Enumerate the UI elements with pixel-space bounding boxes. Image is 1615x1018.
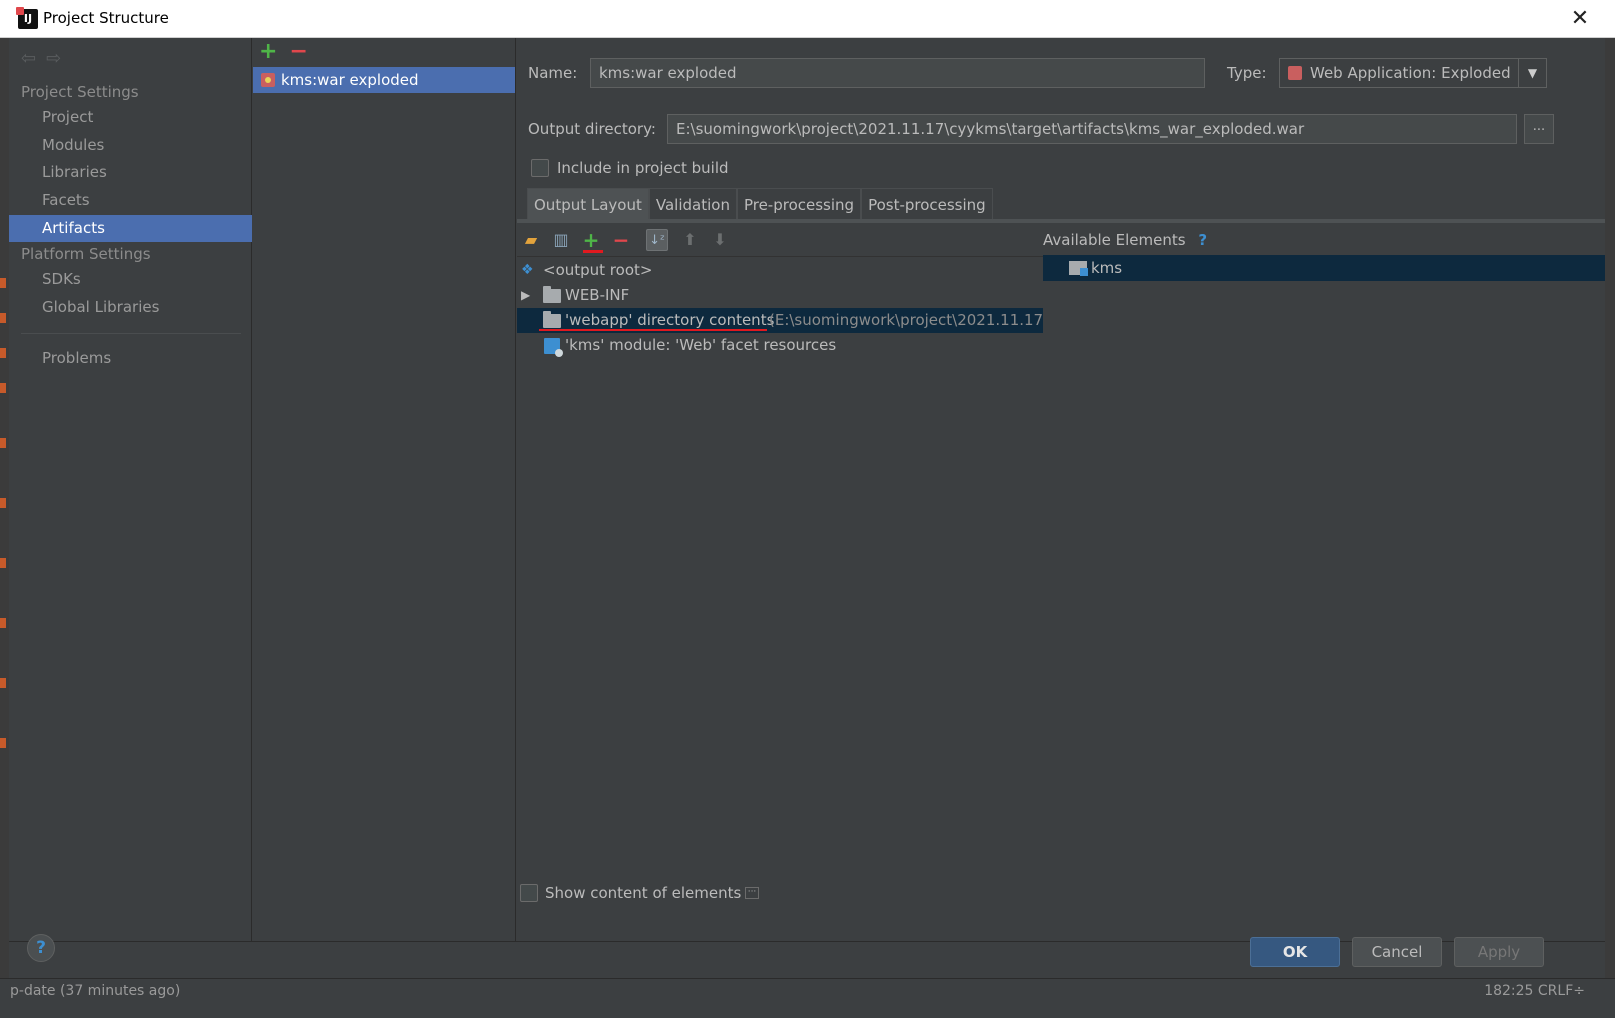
new-directory-icon[interactable]: ▰ — [520, 229, 542, 251]
browse-button[interactable]: ... — [1524, 114, 1554, 144]
add-copy-icon[interactable]: + — [580, 229, 602, 251]
nav-arrows: ⇦ ⇨ — [21, 48, 61, 69]
artifact-item-label: kms:war exploded — [281, 71, 419, 89]
close-icon[interactable]: ✕ — [1565, 4, 1595, 34]
create-archive-icon[interactable]: ▥ — [550, 229, 572, 251]
tab-pre-processing[interactable]: Pre-processing — [736, 188, 862, 220]
add-artifact-icon[interactable]: + — [259, 40, 277, 64]
available-element-kms[interactable]: kms — [1043, 255, 1605, 281]
tree-row-web-inf[interactable]: ▶ WEB-INF — [517, 283, 1043, 308]
platform-settings-header: Platform Settings — [21, 245, 151, 263]
tab-validation[interactable]: Validation — [648, 188, 737, 220]
tree-row-output-root[interactable]: ❖ <output root> — [517, 258, 1043, 283]
web-facet-icon — [544, 338, 563, 357]
gutter-marker — [0, 678, 6, 688]
move-down-icon[interactable]: ⬇ — [709, 229, 731, 251]
show-content-label: Show content of elements — [545, 884, 742, 902]
help-question-icon[interactable]: ? — [1198, 231, 1207, 249]
show-content-checkbox[interactable] — [520, 884, 538, 902]
remove-artifact-icon[interactable]: − — [289, 40, 307, 64]
forward-arrow-icon[interactable]: ⇨ — [46, 48, 61, 69]
apply-button[interactable]: Apply — [1454, 937, 1544, 967]
war-archive-icon — [261, 73, 275, 87]
type-dropdown-value: Web Application: Exploded — [1310, 64, 1511, 82]
gutter-marker — [0, 438, 6, 448]
sidebar-item-project[interactable]: Project — [9, 104, 252, 131]
available-elements-header: Available Elements ? — [1043, 223, 1605, 257]
tree-row-label: <output root> — [543, 261, 653, 279]
folder-icon — [543, 311, 561, 328]
intellij-app-icon: IJ — [16, 7, 38, 29]
name-label: Name: — [528, 64, 578, 82]
output-layout-panel: ▰ ▥ + − ↓ᶻ ⬆ ⬇ ❖ <output root> ▶ WEB-INF… — [517, 223, 1043, 863]
module-folder-icon — [1069, 261, 1088, 276]
chevron-down-icon: ▼ — [1518, 59, 1546, 87]
sidebar-divider — [21, 333, 241, 334]
add-icon-underline — [583, 250, 603, 253]
window-title: Project Structure — [43, 9, 169, 27]
artifact-item[interactable]: kms:war exploded — [253, 67, 515, 93]
sidebar-item-libraries[interactable]: Libraries — [9, 159, 252, 186]
remove-element-icon[interactable]: − — [610, 229, 632, 251]
tab-post-processing[interactable]: Post-processing — [861, 188, 993, 220]
war-archive-icon — [1288, 66, 1302, 80]
gutter-marker — [0, 278, 6, 288]
gutter-marker — [0, 618, 6, 628]
more-options-icon[interactable]: ··· — [745, 887, 759, 899]
status-position-text: 182:25 CRLF÷ — [1484, 983, 1585, 999]
type-label: Type: — [1227, 64, 1267, 82]
available-elements-title: Available Elements — [1043, 231, 1186, 249]
folder-icon — [543, 286, 561, 303]
background-editor-edge-right — [1605, 38, 1615, 1018]
expand-arrow-icon[interactable]: ▶ — [521, 283, 530, 308]
window-titlebar: IJ Project Structure ✕ — [0, 0, 1615, 38]
available-element-label: kms — [1091, 259, 1123, 277]
ok-button[interactable]: OK — [1250, 937, 1340, 967]
tab-output-layout[interactable]: Output Layout — [527, 188, 649, 220]
project-structure-dialog: ⇦ ⇨ Project Settings Project Modules Lib… — [9, 38, 1605, 978]
name-field[interactable]: kms:war exploded — [590, 58, 1205, 88]
sidebar-item-global-libraries[interactable]: Global Libraries — [9, 294, 252, 321]
status-vcs-text: p-date (37 minutes ago) — [10, 983, 181, 999]
type-dropdown[interactable]: Web Application: Exploded ▼ — [1279, 58, 1547, 88]
gutter-marker — [0, 348, 6, 358]
sidebar-item-sdks[interactable]: SDKs — [9, 266, 252, 293]
background-editor-edge — [0, 38, 9, 1018]
artifact-config-panel: Name: kms:war exploded Type: Web Applica… — [517, 38, 1605, 941]
gutter-marker — [0, 383, 6, 393]
include-in-build-checkbox[interactable] — [531, 159, 549, 177]
sidebar-item-artifacts[interactable]: Artifacts — [9, 215, 252, 242]
output-directory-label: Output directory: — [528, 120, 656, 138]
sort-alphabetically-icon[interactable]: ↓ᶻ — [646, 229, 668, 251]
sidebar-item-modules[interactable]: Modules — [9, 132, 252, 159]
cancel-button[interactable]: Cancel — [1352, 937, 1442, 967]
sidebar-item-problems[interactable]: Problems — [9, 345, 252, 372]
tree-row-label: WEB-INF — [565, 286, 630, 304]
output-root-icon: ❖ — [521, 262, 534, 278]
gutter-marker — [0, 738, 6, 748]
sidebar-item-facets[interactable]: Facets — [9, 187, 252, 214]
layout-tabs: Output Layout Validation Pre-processing … — [527, 188, 993, 220]
gutter-marker — [0, 558, 6, 568]
tree-row-label: 'kms' module: 'Web' facet resources — [565, 336, 837, 354]
artifact-list-panel: + − kms:war exploded — [253, 38, 516, 941]
annotation-underline — [539, 329, 767, 331]
include-in-build-label: Include in project build — [557, 159, 729, 177]
gutter-marker — [0, 313, 6, 323]
tree-row-webapp-contents[interactable]: 'webapp' directory contents (E:\suomingw… — [517, 308, 1043, 333]
ide-statusbar: p-date (37 minutes ago) 182:25 CRLF÷ — [0, 978, 1615, 1018]
tree-row-facet-resources[interactable]: 'kms' module: 'Web' facet resources — [517, 333, 1043, 358]
project-settings-header: Project Settings — [21, 83, 139, 101]
output-directory-field[interactable]: E:\suomingwork\project\2021.11.17\cyykms… — [667, 114, 1517, 144]
help-button[interactable]: ? — [27, 934, 55, 962]
artifact-toolbar: + − — [259, 40, 308, 64]
output-layout-toolbar: ▰ ▥ + − ↓ᶻ ⬆ ⬇ — [517, 223, 1043, 257]
settings-sidebar: ⇦ ⇨ Project Settings Project Modules Lib… — [9, 38, 252, 941]
move-up-icon[interactable]: ⬆ — [679, 229, 701, 251]
tree-row-path: (E:\suomingwork\project\2021.11.17\c — [769, 311, 1043, 329]
back-arrow-icon[interactable]: ⇦ — [21, 48, 36, 69]
gutter-marker — [0, 498, 6, 508]
